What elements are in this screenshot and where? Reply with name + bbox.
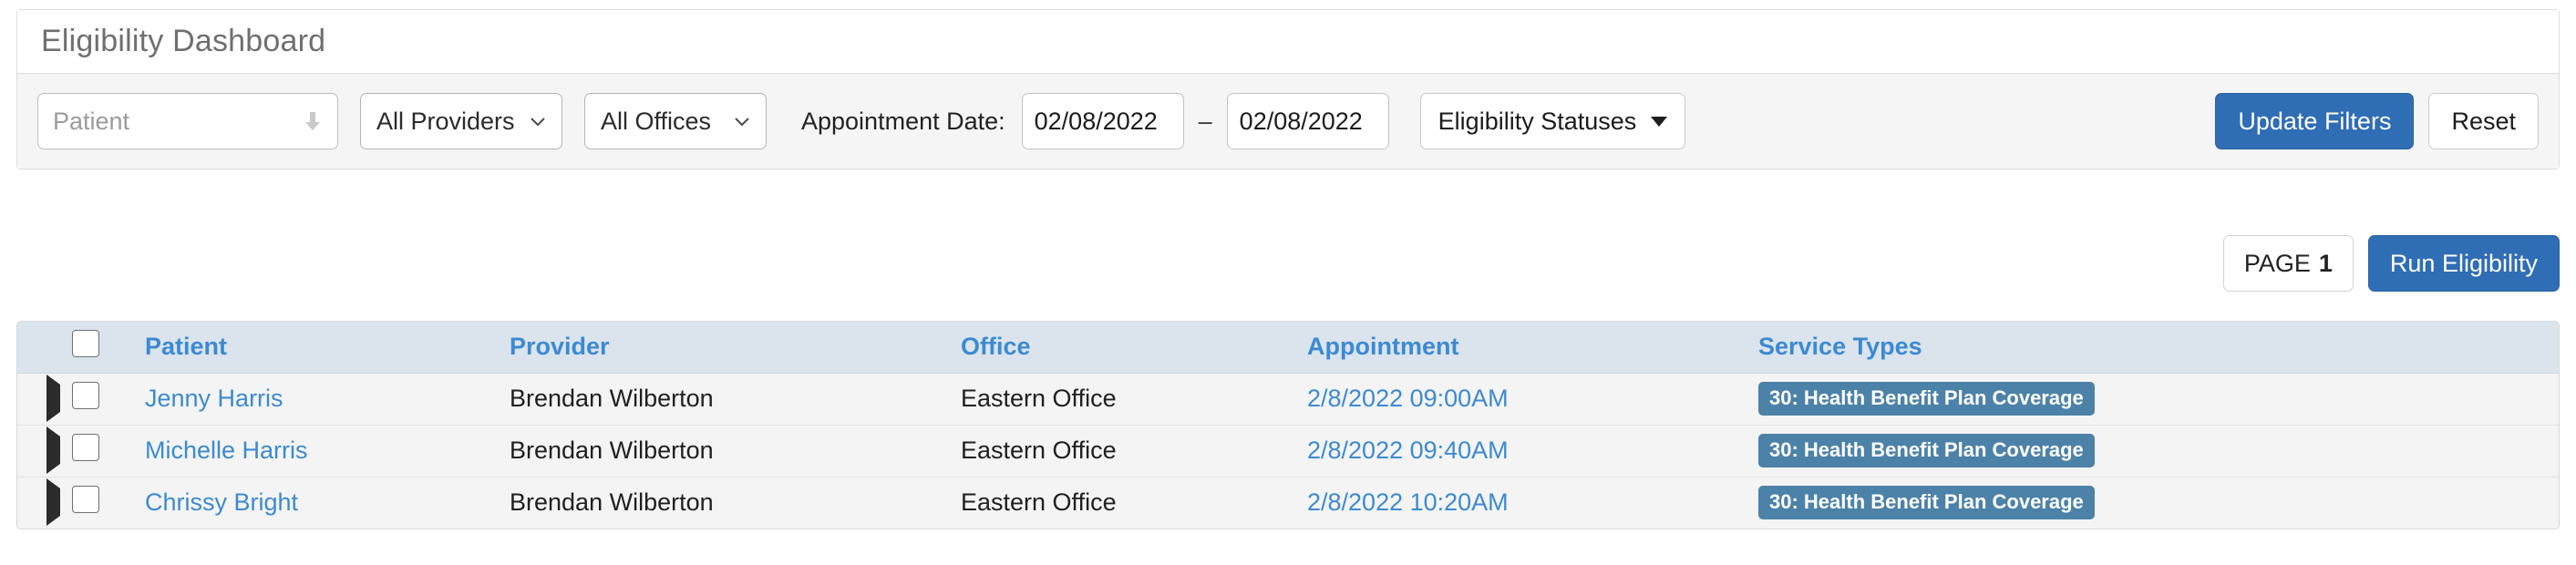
appointment-date-label: Appointment Date: [801,107,1005,135]
row-checkbox[interactable] [72,434,99,461]
cell-office: Eastern Office [961,385,1117,412]
row-select-cell[interactable] [72,477,145,529]
page-indicator-number: 1 [2318,249,2333,277]
cell-patient: Chrissy Bright [145,477,510,529]
filter-bar: Patient All Providers All Offices Appoin… [17,74,2559,169]
table-header-row: Patient Provider Office Appointment Serv… [17,322,2559,374]
cell-service-types: 30: Health Benefit Plan Coverage [1758,373,2559,425]
page-indicator[interactable]: PAGE 1 [2222,235,2354,292]
service-type-badge: 30: Health Benefit Plan Coverage [1758,434,2095,467]
cell-provider: Brendan Wilberton [510,385,714,412]
cell-office: Eastern Office [961,437,1117,464]
column-header-office[interactable]: Office [961,322,1307,374]
chevron-down-icon [528,111,548,131]
row-checkbox[interactable] [72,486,99,514]
update-filters-button[interactable]: Update Filters [2215,93,2415,149]
providers-select[interactable]: All Providers [360,93,562,149]
row-select-cell[interactable] [72,425,145,477]
column-header-patient[interactable]: Patient [145,322,510,374]
patient-link[interactable]: Jenny Harris [145,385,283,412]
appointment-date-to-input[interactable]: 02/08/2022 [1226,93,1389,149]
patient-link[interactable]: Chrissy Bright [145,488,298,516]
column-header-select-all [72,322,145,374]
chevron-down-icon [732,111,752,131]
row-select-cell[interactable] [72,373,145,425]
column-header-service-types[interactable]: Service Types [1758,322,2559,374]
eligibility-dashboard-page: Eligibility Dashboard Patient All Provid… [0,0,2576,565]
cell-appointment: 2/8/2022 09:40AM [1307,425,1758,477]
patient-input-placeholder: Patient [53,107,130,135]
cell-service-types: 30: Health Benefit Plan Coverage [1758,425,2559,477]
offices-select-value: All Offices [601,107,712,135]
table-row[interactable]: Jenny Harris Brendan Wilberton Eastern O… [17,373,2559,425]
download-arrow-icon [301,109,325,133]
caret-down-icon [1651,116,1668,127]
caret-right-icon[interactable] [46,478,60,527]
date-range-separator: – [1198,107,1212,135]
filter-card: Eligibility Dashboard Patient All Provid… [16,9,2560,170]
row-checkbox[interactable] [72,382,99,409]
page-toolbar: PAGE 1 Run Eligibility [2222,235,2560,292]
cell-provider: Brendan Wilberton [510,488,714,517]
service-type-badge: 30: Health Benefit Plan Coverage [1758,486,2095,520]
table-row[interactable]: Michelle Harris Brendan Wilberton Easter… [17,425,2559,477]
column-header-expand [17,322,72,374]
table-body: Jenny Harris Brendan Wilberton Eastern O… [17,373,2559,529]
patient-search-input[interactable]: Patient [37,93,338,149]
cell-appointment: 2/8/2022 10:20AM [1307,477,1758,529]
cell-appointment: 2/8/2022 09:00AM [1307,373,1758,425]
patient-link[interactable]: Michelle Harris [145,437,308,464]
caret-right-icon[interactable] [46,375,60,422]
filter-actions: Update Filters Reset [2215,93,2539,149]
page-indicator-label: PAGE [2243,249,2311,277]
caret-right-icon[interactable] [46,426,60,474]
row-expand-cell[interactable] [17,477,72,529]
cell-office: Eastern Office [961,488,1117,517]
cell-patient: Jenny Harris [145,373,510,425]
cell-service-types: 30: Health Benefit Plan Coverage [1758,477,2559,529]
table-row[interactable]: Chrissy Bright Brendan Wilberton Eastern… [17,477,2559,529]
cell-provider: Brendan Wilberton [510,437,714,464]
appointment-link[interactable]: 2/8/2022 09:40AM [1307,437,1509,464]
eligibility-statuses-dropdown[interactable]: Eligibility Statuses [1419,93,1686,149]
providers-select-value: All Providers [376,107,515,135]
offices-select[interactable]: All Offices [584,93,767,149]
row-expand-cell[interactable] [17,373,72,425]
run-eligibility-button[interactable]: Run Eligibility [2367,235,2560,292]
appointment-link[interactable]: 2/8/2022 10:20AM [1307,488,1509,516]
reset-button[interactable]: Reset [2428,93,2539,149]
card-title-bar: Eligibility Dashboard [17,10,2559,74]
page-title: Eligibility Dashboard [41,24,326,58]
eligibility-statuses-label: Eligibility Statuses [1437,107,1637,135]
column-header-appointment[interactable]: Appointment [1307,322,1758,374]
appointment-date-from-input[interactable]: 02/08/2022 [1021,93,1184,149]
cell-patient: Michelle Harris [145,425,510,477]
column-header-provider[interactable]: Provider [510,322,961,374]
service-type-badge: 30: Health Benefit Plan Coverage [1758,382,2095,416]
appointment-link[interactable]: 2/8/2022 09:00AM [1307,385,1509,412]
row-expand-cell[interactable] [17,425,72,477]
eligibility-table: Patient Provider Office Appointment Serv… [16,321,2560,529]
select-all-checkbox[interactable] [72,330,99,358]
